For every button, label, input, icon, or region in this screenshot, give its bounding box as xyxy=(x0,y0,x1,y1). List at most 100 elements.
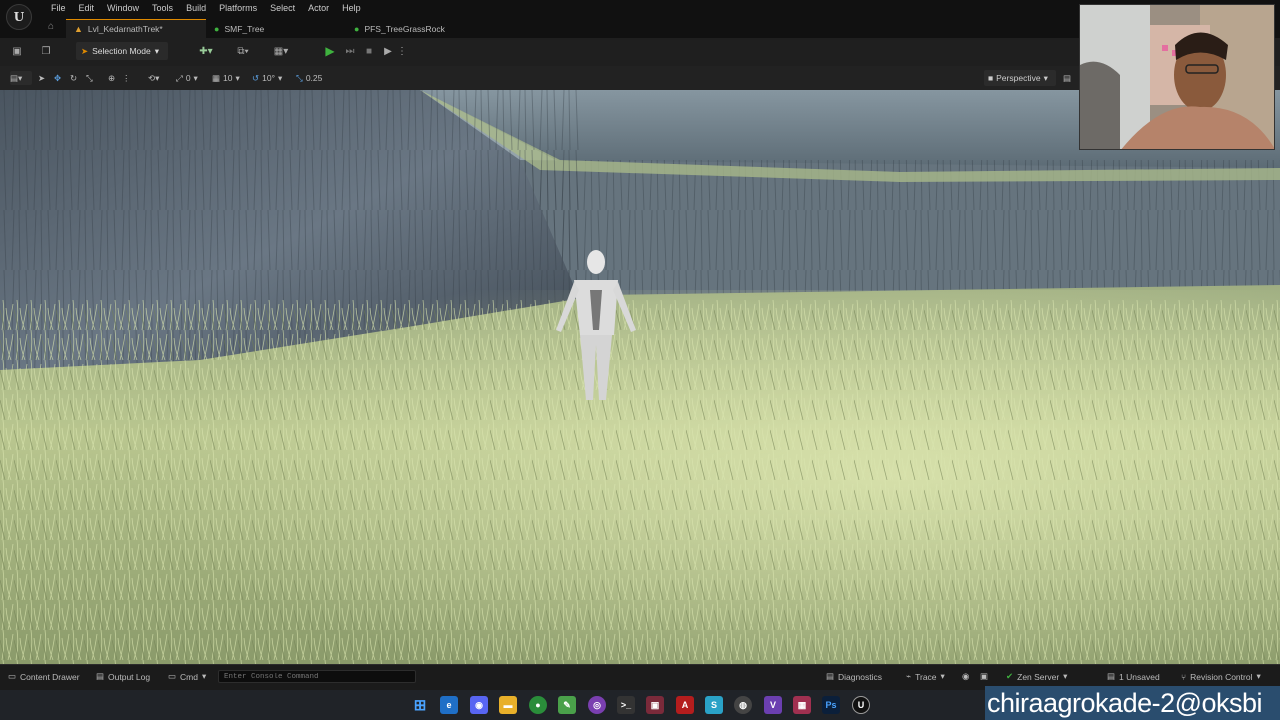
rotate-tool-icon[interactable]: ↻ xyxy=(70,71,77,85)
tab-label: SMF_Tree xyxy=(224,23,265,34)
content-browser-icon[interactable]: ❐ xyxy=(38,43,54,59)
translate-tool-icon[interactable]: ✥ xyxy=(54,71,61,85)
menu-help[interactable]: Help xyxy=(335,2,367,15)
output-log-label: Output Log xyxy=(108,671,151,682)
drawer-icon: ▭ xyxy=(8,671,17,681)
adobe-acrobat-icon[interactable]: A xyxy=(676,696,694,714)
windows-start-icon[interactable]: ⊞ xyxy=(411,696,429,714)
lit-mode-icon[interactable]: ▤ xyxy=(1063,71,1071,85)
menu-window[interactable]: Window xyxy=(100,2,145,15)
step-forward-icon[interactable]: ⏭ xyxy=(342,43,358,59)
viewport-options-icon[interactable]: ▤▾ xyxy=(10,71,32,85)
scale-icon: ⤡ xyxy=(296,72,303,83)
menu-edit[interactable]: Edit xyxy=(72,2,101,15)
revision-control-dropdown[interactable]: ⑂ Revision Control ▾ xyxy=(1181,671,1261,682)
unreal-logo-icon[interactable]: U xyxy=(6,4,32,30)
output-log-button[interactable]: ▤ Output Log xyxy=(96,671,150,682)
menu-actor[interactable]: Actor xyxy=(301,2,335,15)
app-icon[interactable]: ▦ xyxy=(793,696,811,714)
select-tool-icon[interactable]: ➤ xyxy=(38,71,45,85)
diagnostics-label: Diagnostics xyxy=(838,671,882,682)
unsaved-button[interactable]: ▤ 1 Unsaved xyxy=(1107,671,1160,682)
chevron-down-icon: ▾ xyxy=(1063,671,1068,681)
home-icon[interactable]: ⌂ xyxy=(48,21,54,32)
console-command-input[interactable] xyxy=(218,670,416,683)
chrome-icon[interactable]: ● xyxy=(529,696,547,714)
grid-snap-value: 10 xyxy=(223,73,233,83)
tab-label: PFS_TreeGrassRock xyxy=(364,23,445,34)
angle-snap-toggle[interactable]: ↺ 10° ▾ xyxy=(252,71,282,85)
camera-icon: ■ xyxy=(988,73,994,83)
play-button[interactable]: ▶ xyxy=(322,43,338,59)
zen-server-dropdown[interactable]: ✔ Zen Server ▾ xyxy=(1006,671,1067,682)
material-icon: ● xyxy=(214,23,220,34)
zen-server-label: Zen Server xyxy=(1017,671,1060,682)
menu-select[interactable]: Select xyxy=(263,2,301,15)
diagnostics-button[interactable]: ▤ Diagnostics xyxy=(826,671,882,682)
unsaved-label: 1 Unsaved xyxy=(1119,671,1160,682)
log-icon: ▤ xyxy=(96,671,105,681)
trace-label: Trace xyxy=(915,671,937,682)
chevron-down-icon: ▾ xyxy=(201,671,207,681)
stop-icon[interactable]: ■ xyxy=(361,43,377,59)
photoshop-icon[interactable]: Ps xyxy=(822,696,840,714)
cmd-dropdown[interactable]: ▭ Cmd ▾ xyxy=(168,671,206,682)
unreal-engine-icon[interactable]: U xyxy=(852,696,870,714)
chevron-down-icon: ▾ xyxy=(1256,671,1261,681)
world-space-icon[interactable]: ⊕ xyxy=(108,71,115,85)
branch-icon: ⑂ xyxy=(1181,671,1187,682)
discord-icon[interactable]: ◉ xyxy=(470,696,488,714)
rotate-snap-value: 0 xyxy=(185,73,191,83)
app-icon[interactable]: ◍ xyxy=(734,696,752,714)
revision-control-label: Revision Control xyxy=(1190,671,1253,682)
chevron-down-icon: ▾ xyxy=(1043,72,1048,83)
tab-smf-tree[interactable]: ● SMF_Tree xyxy=(206,19,346,38)
visual-studio-icon[interactable]: V xyxy=(764,696,782,714)
menu-file[interactable]: File xyxy=(44,2,72,15)
rotate-snap-toggle[interactable]: ⤢ 0 ▾ xyxy=(176,71,198,85)
trace-dropdown[interactable]: ⌁ Trace ▾ xyxy=(906,671,945,682)
terminal-icon[interactable]: >_ xyxy=(617,696,635,714)
more-options-icon[interactable]: ⋮ xyxy=(397,43,407,59)
menu-platforms[interactable]: Platforms xyxy=(212,2,263,15)
webcam-overlay xyxy=(1079,4,1275,150)
content-drawer-button[interactable]: ▭ Content Drawer xyxy=(8,671,80,682)
notepad-icon[interactable]: ✎ xyxy=(558,696,576,714)
selection-mode-label: Selection Mode xyxy=(92,46,151,56)
add-actor-icon[interactable]: ✚▾ xyxy=(194,43,218,59)
cursor-icon: ➤ xyxy=(81,45,89,56)
camera-icon[interactable]: ▣ xyxy=(980,671,988,682)
level-viewport[interactable] xyxy=(0,90,1280,664)
tab-pfs-treegrassrock[interactable]: ● PFS_TreeGrassRock xyxy=(346,19,506,38)
grid-snap-toggle[interactable]: ▦ 10 ▾ xyxy=(212,71,240,85)
save-icon[interactable]: ▣ xyxy=(9,43,25,59)
scene-render xyxy=(0,90,1280,664)
cmd-label: Cmd xyxy=(180,671,198,682)
app-icon[interactable]: ▣ xyxy=(646,696,664,714)
cinematics-icon[interactable]: ▦▾ xyxy=(268,43,294,59)
menu-tools[interactable]: Tools xyxy=(145,2,179,15)
level-icon: ▲ xyxy=(74,24,83,34)
file-explorer-icon[interactable]: ▬ xyxy=(499,696,517,714)
angle-snap-value: 10° xyxy=(262,73,275,83)
donation-watermark: chiraagrokade-2@oksbi xyxy=(985,686,1280,720)
record-icon[interactable]: ◉ xyxy=(962,671,969,682)
edge-icon[interactable]: e xyxy=(440,696,458,714)
scale-snap-toggle[interactable]: ⤡ 0.25 xyxy=(296,71,322,85)
view-mode-dropdown[interactable]: ■ Perspective ▾ xyxy=(984,70,1056,86)
terminal-icon: ▭ xyxy=(168,671,177,681)
material-icon: ● xyxy=(354,23,360,34)
content-drawer-label: Content Drawer xyxy=(20,671,80,682)
eject-icon[interactable]: ▶ xyxy=(380,43,396,59)
menu-build[interactable]: Build xyxy=(179,2,212,15)
grid-icon: ▦ xyxy=(212,72,221,83)
surface-snap-icon[interactable]: ⟲▾ xyxy=(148,71,159,85)
github-icon[interactable]: ◎ xyxy=(588,696,606,714)
app-icon[interactable]: S xyxy=(705,696,723,714)
blueprint-icon[interactable]: ⧉▾ xyxy=(230,43,256,59)
scale-tool-icon[interactable]: ⤡ xyxy=(86,71,93,85)
snap-icon: ⤢ xyxy=(176,72,183,83)
tab-level[interactable]: ▲ Lvl_KedarnathTrek* xyxy=(66,19,206,38)
more-icon[interactable]: ⋮ xyxy=(122,71,131,85)
selection-mode-dropdown[interactable]: ➤ Selection Mode ▾ xyxy=(76,42,168,60)
